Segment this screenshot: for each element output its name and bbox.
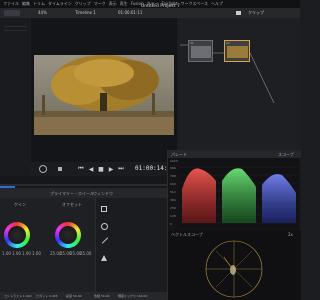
window-tools bbox=[95, 198, 167, 300]
vectorscope-zoom[interactable]: 2x bbox=[288, 232, 293, 237]
scopes-panel: パレード スコープ 1023 896 768 640 512 384 256 1… bbox=[167, 150, 301, 300]
menu-item-workspace[interactable]: ワークスペース bbox=[181, 0, 208, 8]
gallery-panel bbox=[0, 18, 30, 188]
node-01-label: 01 bbox=[190, 41, 194, 45]
gain-value[interactable]: 1.00 bbox=[2, 251, 11, 256]
skip-back-icon[interactable]: ⏮ bbox=[77, 164, 85, 174]
menu-item-clip[interactable]: クリップ bbox=[75, 0, 91, 8]
node-02[interactable]: 02 bbox=[224, 40, 250, 62]
loop-icon[interactable] bbox=[39, 165, 47, 173]
parade-tick: 256 bbox=[170, 206, 176, 210]
transport-bar: ⏮ ◀ ■ ▶ ⏭ 01:00:14:23 bbox=[31, 162, 177, 176]
top-toolbar: 44% Timeline 1 01:00:01:11 Untitled Proj… bbox=[0, 4, 300, 18]
timeline-name[interactable]: Timeline 1 bbox=[75, 8, 96, 18]
parade-scope: 1023 896 768 640 512 384 256 128 0 bbox=[168, 159, 301, 229]
gallery-button[interactable] bbox=[4, 10, 20, 16]
square-window-icon[interactable] bbox=[101, 206, 107, 212]
clip-mode-label[interactable]: クリップ bbox=[248, 8, 264, 18]
wheel-gain-label: ゲイン bbox=[14, 202, 26, 207]
skip-forward-icon[interactable]: ⏭ bbox=[117, 164, 125, 174]
header-timecode: 01:00:01:11 bbox=[118, 10, 143, 15]
gain-value[interactable]: 1.00 bbox=[32, 251, 41, 256]
node-01-thumbnail bbox=[191, 46, 211, 58]
menu-item-mark[interactable]: マーク bbox=[94, 0, 106, 8]
node-02-thumbnail bbox=[227, 46, 248, 58]
divider bbox=[4, 26, 26, 27]
pivot-control[interactable]: ピボット 0.435 bbox=[36, 294, 58, 298]
hue-control[interactable]: 色相 50.00 bbox=[94, 294, 110, 298]
offset-value[interactable]: 25.00 bbox=[80, 251, 91, 256]
panel-title: プライマリー・ホイール bbox=[50, 191, 94, 196]
viewer-image[interactable] bbox=[34, 55, 174, 135]
stop-icon[interactable]: ■ bbox=[97, 164, 105, 174]
color-panel-header: プライマリー・ホイール ウィンドウ bbox=[0, 188, 167, 198]
menu-item-playback[interactable]: 再生 bbox=[120, 0, 128, 8]
saturation-control[interactable]: 彩度 50.00 bbox=[66, 294, 82, 298]
window-title: ウィンドウ bbox=[93, 191, 113, 196]
color-wheels-panel: プライマリー・ホイール ウィンドウ ゲイン オフセット 1.00 1.00 1.… bbox=[0, 188, 167, 300]
parade-tick: 128 bbox=[170, 214, 176, 218]
menu-item-timeline[interactable]: タイムライン bbox=[48, 0, 72, 8]
parade-tick: 384 bbox=[170, 198, 176, 202]
vectorscope-graticule bbox=[205, 240, 263, 298]
footer-strip: コントラスト 1.000 ピボット 0.435 彩度 50.00 色相 50.0… bbox=[0, 292, 167, 300]
parade-tick: 896 bbox=[170, 166, 176, 170]
line-window-icon[interactable] bbox=[101, 237, 109, 244]
viewer-panel bbox=[31, 18, 177, 170]
menu-item-file[interactable]: ファイル bbox=[3, 0, 19, 8]
node-01[interactable]: 01 bbox=[188, 40, 213, 62]
offset-wheel[interactable] bbox=[55, 222, 81, 248]
menu-item-view[interactable]: 表示 bbox=[109, 0, 117, 8]
gain-value[interactable]: 1.00 bbox=[22, 251, 31, 256]
parade-label[interactable]: パレード bbox=[171, 152, 187, 158]
lum-mix-control[interactable]: 輝度ミックス 100.00 bbox=[118, 294, 147, 298]
menu-item-help[interactable]: ヘルプ bbox=[211, 0, 223, 8]
divider bbox=[4, 30, 26, 31]
parade-tick: 512 bbox=[170, 190, 176, 194]
play-reverse-icon[interactable]: ◀ bbox=[87, 164, 95, 174]
parade-waveforms bbox=[180, 159, 298, 227]
menu-item-edit[interactable]: 編集 bbox=[22, 0, 30, 8]
parade-tick: 0 bbox=[170, 222, 172, 226]
viewer-mode-icon[interactable] bbox=[236, 11, 241, 15]
menu-item-trim[interactable]: トリム bbox=[33, 0, 45, 8]
parade-tick: 1023 bbox=[170, 159, 178, 163]
gain-wheel[interactable] bbox=[4, 222, 30, 248]
node-02-label: 02 bbox=[226, 41, 230, 45]
gain-value[interactable]: 1.00 bbox=[12, 251, 21, 256]
scopes-title: スコープ bbox=[278, 152, 294, 157]
play-icon[interactable]: ▶ bbox=[107, 164, 115, 174]
circle-window-icon[interactable] bbox=[101, 223, 108, 230]
zoom-level[interactable]: 44% bbox=[38, 8, 47, 18]
vectorscope: ベクトルスコープ 2x bbox=[168, 231, 301, 300]
audio-icon[interactable] bbox=[58, 167, 62, 171]
parade-tick: 640 bbox=[170, 182, 176, 186]
contrast-control[interactable]: コントラスト 1.000 bbox=[4, 294, 31, 298]
scopes-header: パレード スコープ bbox=[168, 150, 301, 158]
project-title: Untitled Project 7 bbox=[141, 4, 180, 9]
wheel-offset-label: オフセット bbox=[62, 202, 82, 207]
node-editor: 01 02 bbox=[178, 18, 300, 163]
vectorscope-label[interactable]: ベクトルスコープ bbox=[171, 232, 203, 238]
polygon-window-icon[interactable] bbox=[101, 255, 107, 261]
parade-tick: 768 bbox=[170, 174, 176, 178]
